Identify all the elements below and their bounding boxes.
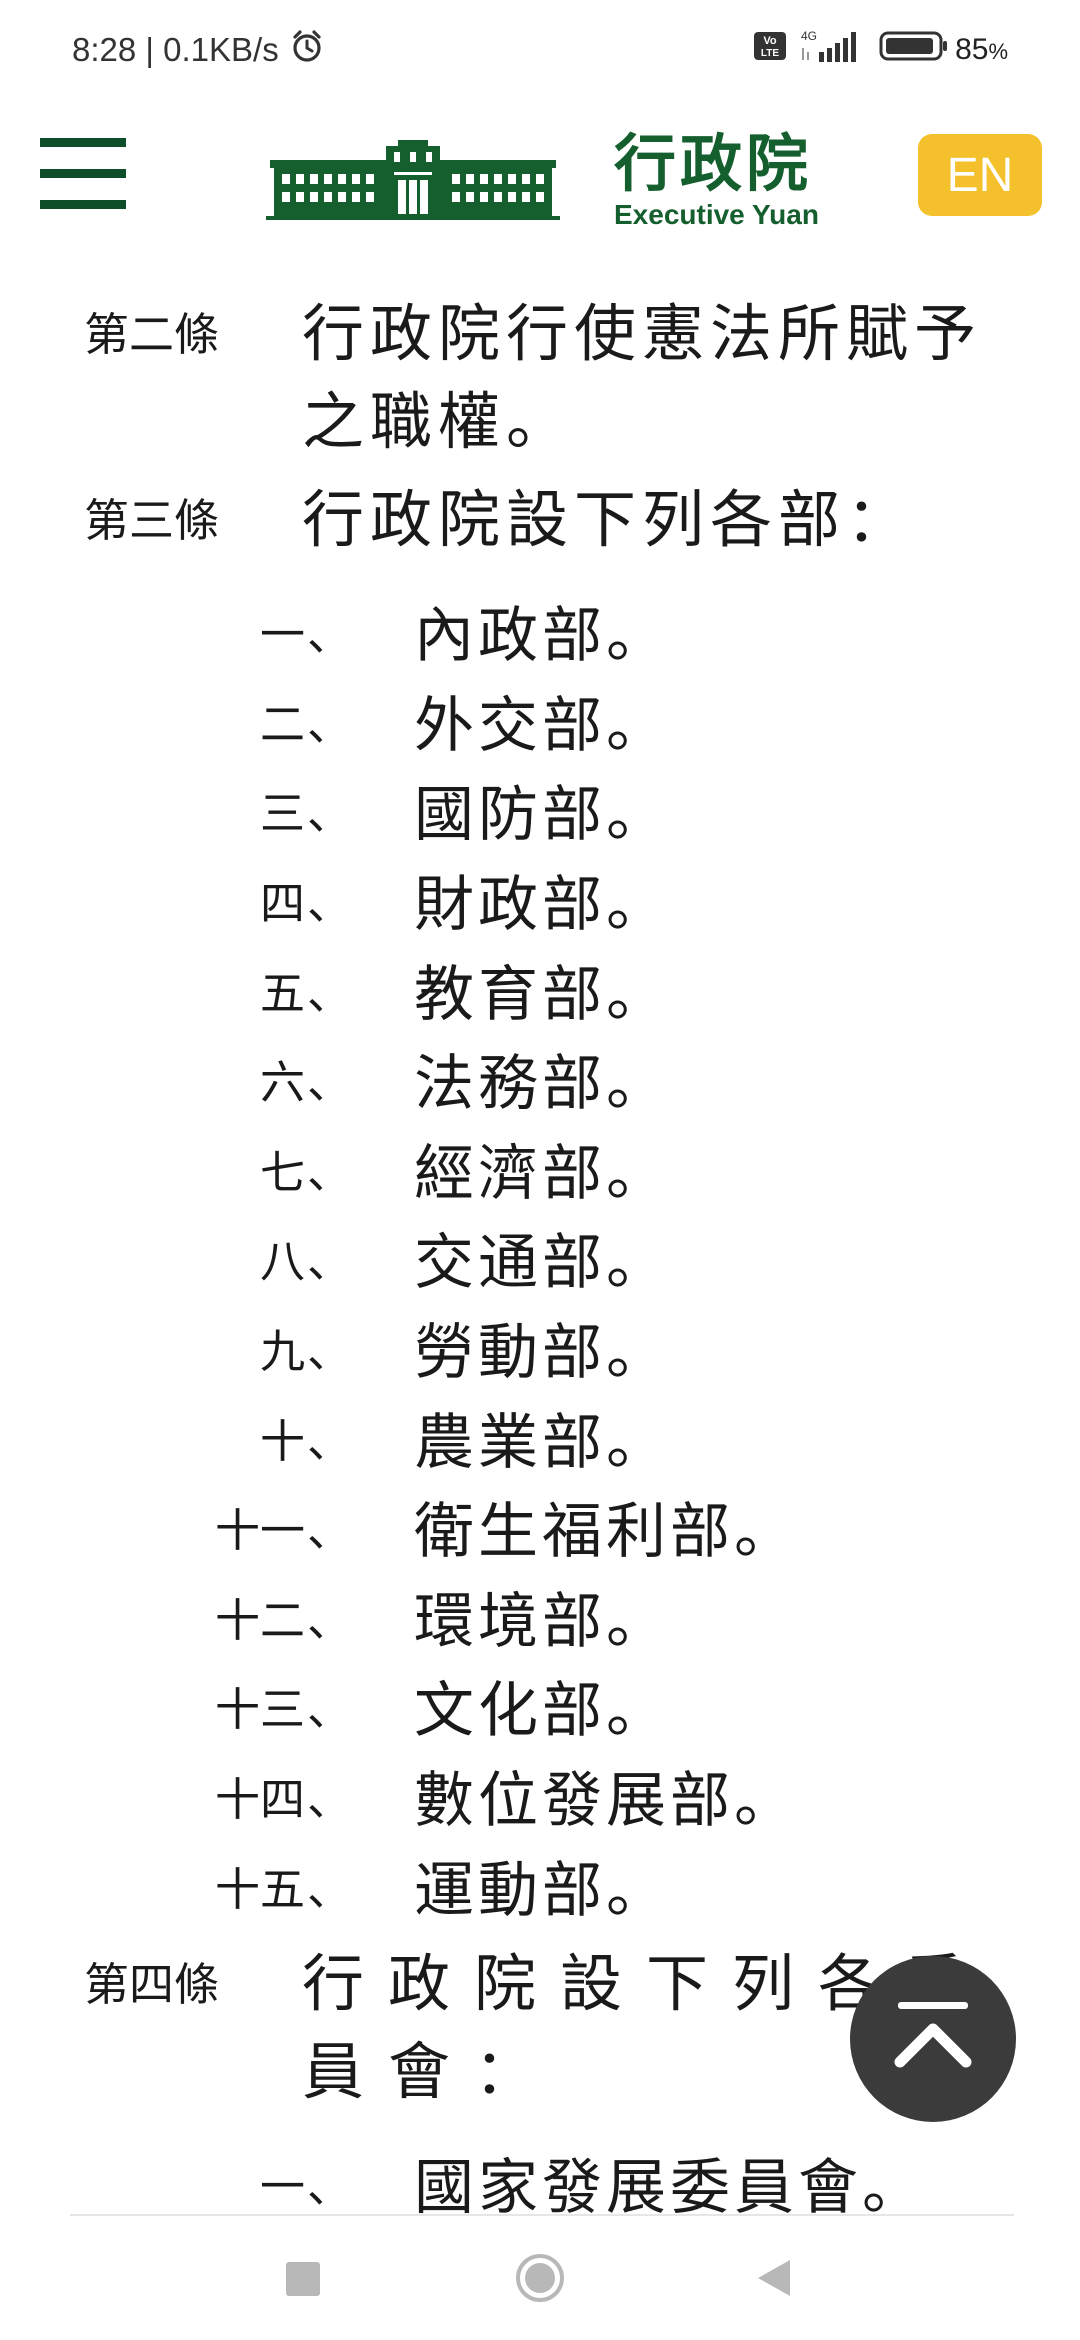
network-speed: 0.1KB/s xyxy=(163,31,279,68)
list-item: 七、 經濟部。 xyxy=(0,1124,1080,1214)
item-name: 環境部。 xyxy=(414,1586,670,1657)
item-number: 六、 xyxy=(259,1056,352,1110)
system-nav-bar xyxy=(0,2216,1080,2340)
article: 第三條 行政院設下列各部： 一、 內政部。二、 外交部。三、 國防部。四、 財政部。五、 教育… xyxy=(0,476,1080,1930)
status-bar: 8:28 | 0.1KB/s Vo LTE 4G 85% xyxy=(0,0,1080,96)
item-number: 十一、 xyxy=(214,1504,352,1558)
logo-english: Executive Yuan xyxy=(614,199,819,230)
circle-home-icon[interactable] xyxy=(514,2252,566,2304)
triangle-back-icon[interactable] xyxy=(756,2258,792,2298)
list-item: 八、 交通部。 xyxy=(0,1213,1080,1303)
item-name: 外交部。 xyxy=(414,690,670,761)
svg-text:LTE: LTE xyxy=(761,48,779,59)
list-item: 十三、 文化部。 xyxy=(0,1661,1080,1751)
item-name: 財政部。 xyxy=(414,870,670,941)
item-name: 文化部。 xyxy=(414,1676,670,1747)
status-separator: | xyxy=(136,31,164,68)
article-number: 第三條 xyxy=(84,494,220,547)
item-name: 國防部。 xyxy=(414,780,670,851)
item-name: 交通部。 xyxy=(414,1228,670,1299)
item-number: 一、 xyxy=(259,2160,352,2214)
item-number: 八、 xyxy=(259,1235,352,1289)
item-number: 三、 xyxy=(259,787,352,841)
list-item: 九、 勞動部。 xyxy=(0,1303,1080,1393)
article-content: 第二條 行政院行使憲法所賦予之職權。第三條 行政院設下列各部： 一、 內政部。二、 外交部… xyxy=(0,290,1080,2238)
back-to-top-button[interactable] xyxy=(850,1956,1016,2122)
status-right: Vo LTE 4G 85% xyxy=(741,28,1008,72)
item-number: 十五、 xyxy=(214,1862,352,1916)
svg-text:Vo: Vo xyxy=(763,35,777,47)
list-item: 十二、 環境部。 xyxy=(0,1572,1080,1662)
battery-icon xyxy=(879,30,949,70)
article-text: 行政院行使憲法所賦予之職權。 xyxy=(302,297,983,458)
item-name: 教育部。 xyxy=(414,959,670,1030)
list-item: 五、 教育部。 xyxy=(0,944,1080,1034)
logo-text: 行政院 Executive Yuan xyxy=(614,130,819,232)
item-number: 十、 xyxy=(259,1414,352,1468)
list-item: 六、 法務部。 xyxy=(0,1034,1080,1124)
item-number: 五、 xyxy=(259,966,352,1020)
english-language-button[interactable]: EN xyxy=(918,134,1042,216)
status-time: 8:28 xyxy=(72,31,137,68)
item-number: 四、 xyxy=(259,877,352,931)
item-number: 十二、 xyxy=(214,1593,352,1647)
article-number: 第二條 xyxy=(84,308,220,361)
list-item: 四、 財政部。 xyxy=(0,855,1080,945)
list-item: 一、 內政部。 xyxy=(0,586,1080,676)
item-name: 農業部。 xyxy=(414,1407,670,1478)
alarm-clock-icon xyxy=(289,28,325,72)
battery-percent: 85% xyxy=(955,33,1008,66)
article: 第二條 行政院行使憲法所賦予之職權。 xyxy=(0,290,1080,466)
item-name: 法務部。 xyxy=(414,1049,670,1120)
item-number: 九、 xyxy=(259,1325,352,1379)
chevron-up-icon xyxy=(894,2002,972,2068)
status-left: 8:28 | 0.1KB/s xyxy=(72,28,325,72)
network-type-label: 4G xyxy=(801,29,817,43)
list-item: 十四、 數位發展部。 xyxy=(0,1751,1080,1841)
square-recent-apps-icon[interactable] xyxy=(286,2262,320,2296)
list-item: 十一、 衛生福利部。 xyxy=(0,1482,1080,1572)
building-logo-icon xyxy=(266,140,560,220)
site-header: 行政院 Executive Yuan EN xyxy=(0,110,1080,260)
logo-chinese: 行政院 xyxy=(614,127,813,200)
item-number: 二、 xyxy=(259,697,352,751)
list-item: 十五、 運動部。 xyxy=(0,1840,1080,1930)
item-name: 勞動部。 xyxy=(414,1318,670,1389)
item-number: 一、 xyxy=(259,608,352,662)
item-name: 數位發展部。 xyxy=(414,1766,798,1837)
item-name: 內政部。 xyxy=(414,601,670,672)
ministry-list: 一、 內政部。二、 外交部。三、 國防部。四、 財政部。五、 教育部。六、 法務部。七、 經濟… xyxy=(0,586,1080,1930)
executive-yuan-logo[interactable]: 行政院 Executive Yuan xyxy=(266,130,819,232)
hamburger-menu-icon[interactable] xyxy=(40,138,126,212)
volte-icon: Vo LTE xyxy=(753,31,787,69)
list-item: 三、 國防部。 xyxy=(0,765,1080,855)
item-number: 十三、 xyxy=(214,1683,352,1737)
item-number: 十四、 xyxy=(214,1773,352,1827)
signal-icon: 4G xyxy=(799,28,867,72)
item-name: 運動部。 xyxy=(414,1855,670,1926)
item-number: 七、 xyxy=(259,1145,352,1199)
item-name: 經濟部。 xyxy=(414,1138,670,1209)
article-text: 行政院設下列各部： xyxy=(302,483,915,556)
list-item: 二、 外交部。 xyxy=(0,676,1080,766)
list-item: 十、 農業部。 xyxy=(0,1392,1080,1482)
article-number: 第四條 xyxy=(84,1957,220,2011)
item-name: 衛生福利部。 xyxy=(414,1497,798,1568)
